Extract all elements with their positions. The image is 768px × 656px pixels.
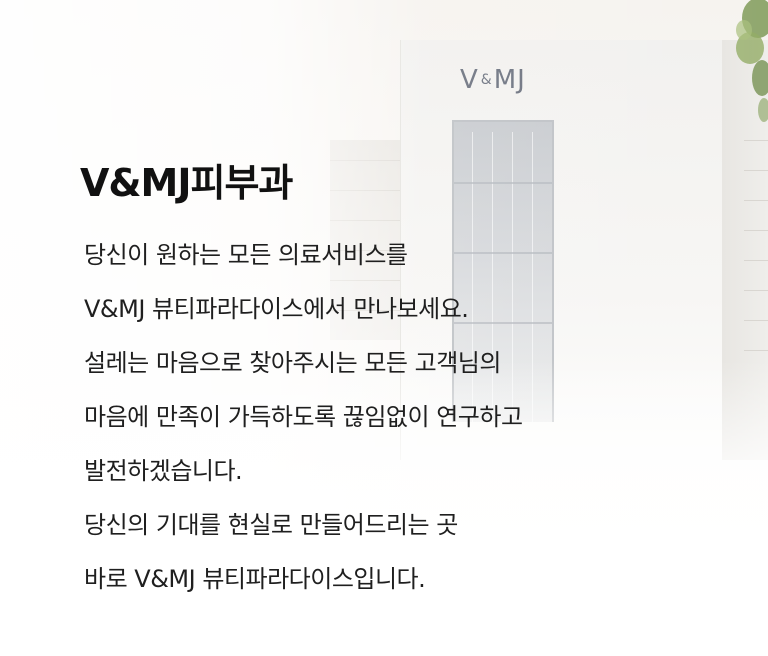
- description-line: 바로 V&MJ 뷰티파라다이스입니다.: [84, 565, 426, 593]
- description-line: 당신의 기대를 현실로 만들어드리는 곳: [84, 511, 458, 539]
- intro-content: V&MJ피부과 당신이 원하는 모든 의료서비스를 V&MJ 뷰티파라다이스에서…: [80, 150, 680, 606]
- description-line: 설레는 마음으로 찾아주시는 모든 고객님의: [84, 349, 501, 377]
- description-line: 당신이 원하는 모든 의료서비스를: [84, 241, 408, 269]
- description-line: V&MJ 뷰티파라다이스에서 만나보세요.: [84, 295, 469, 323]
- description-line: 마음에 만족이 가득하도록 끊임없이 연구하고: [84, 403, 523, 431]
- description-line: 발전하겠습니다.: [84, 457, 243, 485]
- clinic-title: V&MJ피부과: [80, 161, 293, 205]
- clinic-description: 당신이 원하는 모든 의료서비스를 V&MJ 뷰티파라다이스에서 만나보세요. …: [84, 228, 680, 606]
